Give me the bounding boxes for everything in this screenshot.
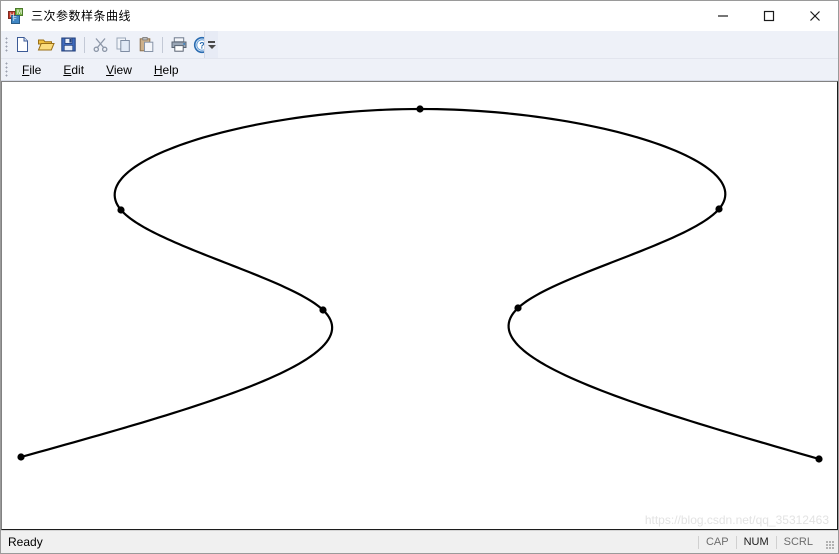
toolbar-separator [162,36,163,53]
menu-item-view-mnemonic: V [106,62,114,77]
cubic-spline-path [19,107,821,461]
control-point-6[interactable] [815,455,823,463]
paste-button[interactable] [135,34,158,56]
spline-curve-group [19,107,821,461]
status-message: Ready [8,535,43,549]
control-point-5[interactable] [514,304,522,312]
close-icon [810,10,820,21]
status-bar: Ready CAP NUM SCRL [1,530,838,553]
control-point-1[interactable] [319,306,327,314]
new-button[interactable] [11,34,34,56]
close-button[interactable] [792,1,838,30]
printer-icon [171,37,186,52]
toolbar: ? [1,31,838,59]
spline-canvas[interactable] [2,82,838,530]
floppy-disk-icon [61,37,76,52]
open-button[interactable] [34,34,57,56]
menubar-drag-handle[interactable] [5,62,8,77]
menu-item-edit[interactable]: Edit [52,61,95,79]
cap-indicator: CAP [697,535,736,549]
copy-button[interactable] [112,34,135,56]
print-button[interactable] [167,34,190,56]
control-point-2[interactable] [117,206,125,214]
menu-item-edit-rest: dit [71,62,85,77]
clipboard-icon [139,36,154,52]
control-point-3[interactable] [416,105,424,113]
copy-icon [116,37,130,52]
document-client-area[interactable]: https://blog.csdn.net/qq_35312463 [1,81,838,530]
menu-item-help-mnemonic: H [153,62,163,77]
menu-item-view-rest: iew [113,62,132,77]
save-button[interactable] [57,34,80,56]
window-controls [700,1,838,30]
menu-item-help[interactable]: Help [143,61,190,79]
resize-grip[interactable] [825,540,835,550]
menu-item-file[interactable]: File [11,61,52,79]
scissors-icon [93,38,108,53]
cut-button[interactable] [89,34,112,56]
num-indicator: NUM [735,535,776,549]
menu-item-view[interactable]: View [95,61,143,79]
chevron-down-icon [207,44,216,49]
control-point-4[interactable] [715,205,723,213]
toolbar-drag-handle[interactable] [5,37,8,52]
window-title: 三次参数样条曲线 [31,9,132,23]
scrl-indicator: SCRL [775,535,820,549]
maximize-button[interactable] [746,1,792,30]
control-point-0[interactable] [17,453,25,461]
menu-item-help-rest: elp [162,62,179,77]
new-document-icon [17,37,28,52]
toolbar-separator [84,36,85,53]
menu-bar: File Edit View Help [1,59,838,81]
title-bar: H M F 三次参数样条曲线 [1,1,838,31]
status-indicator-group: CAP NUM SCRL [697,531,820,553]
menu-item-file-rest: ile [29,62,42,77]
control-point-group [17,105,823,463]
open-folder-icon [37,39,55,51]
minimize-button[interactable] [700,1,746,30]
minimize-icon [718,14,728,17]
maximize-icon [763,10,775,21]
mfc-app-icon: H M F [8,7,23,24]
application-window: H M F 三次参数样条曲线 ? File Edit View Help htt… [0,0,839,554]
toolbar-overflow-button[interactable] [204,31,218,58]
